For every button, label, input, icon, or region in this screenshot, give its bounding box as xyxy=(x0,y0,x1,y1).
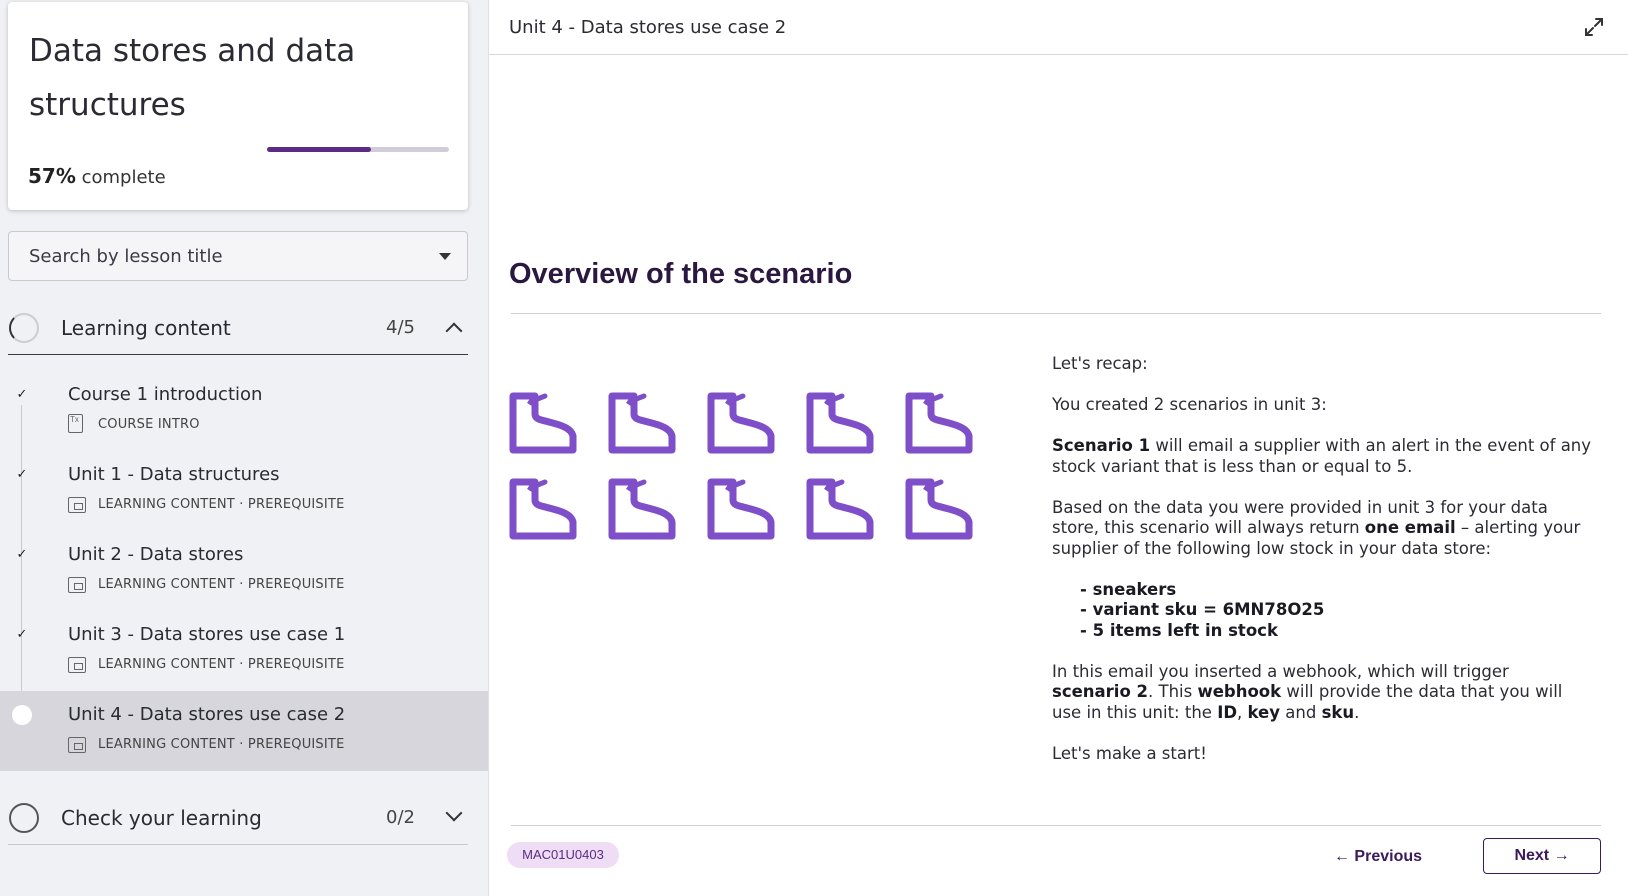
lesson-title: Unit 3 - Data stores use case 1 xyxy=(68,624,346,645)
list-item: - variant sku = 6MN78O25 xyxy=(1080,600,1325,619)
lesson-item-unit-1[interactable]: ✓ Unit 1 - Data structures LEARNING CONT… xyxy=(0,458,488,538)
progress-label: complete xyxy=(81,167,166,188)
created-text: You created 2 scenarios in unit 3: xyxy=(1052,395,1327,414)
progress-text: 57% complete xyxy=(28,164,166,188)
lesson-title: Unit 1 - Data structures xyxy=(68,464,280,485)
webhook-text: In this email you inserted a webhook, wh… xyxy=(1052,661,1563,722)
list-item: - sneakers xyxy=(1080,579,1177,599)
lesson-content-panel: Unit 4 - Data stores use case 2 Overview… xyxy=(488,0,1628,896)
low-stock-list: - sneakers - variant sku = 6MN78O25 - 5 … xyxy=(1052,580,1592,642)
sneaker-icon xyxy=(806,392,874,454)
check-icon: ✓ xyxy=(16,626,28,641)
check-icon: ✓ xyxy=(16,466,28,481)
section-heading: Overview of the scenario xyxy=(509,258,853,290)
course-sidebar: Data stores and data structures 57% comp… xyxy=(0,0,488,896)
section-progress-icon xyxy=(9,313,39,343)
scenario-description: Let's recap: You created 2 scenarios in … xyxy=(1052,354,1592,785)
sneaker-icon xyxy=(509,478,577,540)
lesson-title: Unit 4 - Data stores use case 2 xyxy=(68,704,346,725)
divider xyxy=(511,825,1601,826)
divider xyxy=(511,313,1601,314)
scenario-1-text: Scenario 1 will email a supplier with an… xyxy=(1052,436,1592,476)
check-icon: ✓ xyxy=(16,386,28,401)
video-icon xyxy=(68,577,86,593)
recap-text: Let's recap: xyxy=(1052,354,1148,373)
sneaker-icon xyxy=(905,478,973,540)
section-count: 4/5 xyxy=(386,317,415,338)
section-count: 0/2 xyxy=(386,807,415,828)
progress-bar-fill xyxy=(267,147,371,152)
video-icon xyxy=(68,657,86,673)
sneaker-icon xyxy=(608,478,676,540)
progress-bar xyxy=(267,147,449,152)
progress-percent: 57% xyxy=(28,164,76,188)
sneaker-icon xyxy=(608,392,676,454)
lesson-meta: LEARNING CONTENT · PREREQUISITE xyxy=(98,657,345,672)
lesson-title: Unit 2 - Data stores xyxy=(68,544,244,565)
check-icon: ✓ xyxy=(16,546,28,561)
video-icon xyxy=(68,497,86,513)
start-text: Let's make a start! xyxy=(1052,743,1207,763)
section-check-your-learning[interactable]: Check your learning 0/2 xyxy=(8,791,468,845)
unit-title: Unit 4 - Data stores use case 2 xyxy=(509,17,787,38)
list-item: - 5 items left in stock xyxy=(1080,620,1278,640)
lesson-item-unit-4[interactable]: Unit 4 - Data stores use case 2 LEARNING… xyxy=(0,691,488,771)
lesson-meta: COURSE INTRO xyxy=(98,417,200,432)
section-title: Learning content xyxy=(61,316,231,340)
section-learning-content[interactable]: Learning content 4/5 xyxy=(8,301,468,355)
next-button[interactable]: Next → xyxy=(1483,838,1601,874)
chevron-down-icon[interactable] xyxy=(445,804,463,822)
previous-button[interactable]: ← Previous xyxy=(1325,840,1431,874)
video-icon xyxy=(68,737,86,753)
section-progress-icon xyxy=(9,803,39,833)
current-lesson-dot-icon xyxy=(12,705,32,725)
document-icon xyxy=(68,414,83,433)
search-placeholder: Search by lesson title xyxy=(29,246,223,267)
lesson-title: Course 1 introduction xyxy=(68,384,263,405)
lesson-meta: LEARNING CONTENT · PREREQUISITE xyxy=(98,737,345,752)
sneaker-icon xyxy=(806,478,874,540)
sneaker-icon xyxy=(707,392,775,454)
lesson-item-unit-2[interactable]: ✓ Unit 2 - Data stores LEARNING CONTENT … xyxy=(0,538,488,618)
expand-fullscreen-icon[interactable] xyxy=(1583,16,1605,38)
lesson-code-badge: MAC01U0403 xyxy=(507,842,619,868)
course-card: Data stores and data structures 57% comp… xyxy=(8,2,468,210)
lesson-meta: LEARNING CONTENT · PREREQUISITE xyxy=(98,497,345,512)
lesson-search-dropdown[interactable]: Search by lesson title xyxy=(8,231,468,281)
sneaker-icon xyxy=(905,392,973,454)
lesson-item-unit-3[interactable]: ✓ Unit 3 - Data stores use case 1 LEARNI… xyxy=(0,618,488,698)
lesson-item-course-intro[interactable]: ✓ Course 1 introduction COURSE INTRO xyxy=(0,378,488,458)
sneaker-illustration xyxy=(509,392,973,540)
section-title: Check your learning xyxy=(61,806,262,830)
sneaker-icon xyxy=(707,478,775,540)
lesson-meta: LEARNING CONTENT · PREREQUISITE xyxy=(98,577,345,592)
lesson-header: Unit 4 - Data stores use case 2 xyxy=(489,0,1628,55)
chevron-up-icon[interactable] xyxy=(445,322,463,340)
based-on-text: Based on the data you were provided in u… xyxy=(1052,497,1581,558)
course-title: Data stores and data structures xyxy=(29,33,356,123)
caret-down-icon xyxy=(439,253,451,260)
sneaker-icon xyxy=(509,392,577,454)
